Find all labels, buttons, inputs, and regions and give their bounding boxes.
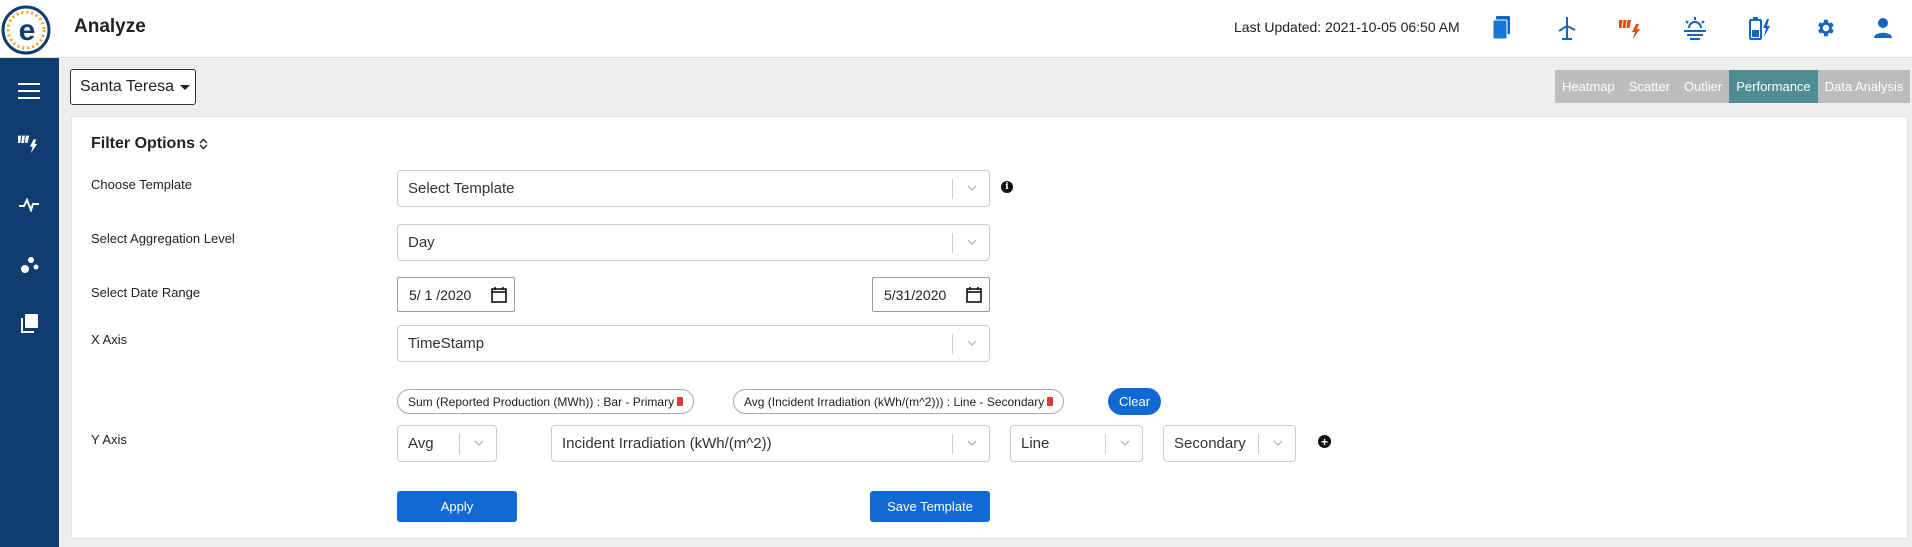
- y-axis-label: Y Axis: [91, 432, 127, 447]
- aggregation-label: Select Aggregation Level: [91, 231, 235, 246]
- x-axis-select-value: TimeStamp: [408, 335, 485, 352]
- end-date-value: 5/31/2020: [884, 286, 947, 303]
- scatter-icon[interactable]: [14, 249, 44, 279]
- add-icon[interactable]: +: [1318, 435, 1331, 448]
- tab-data-analysis[interactable]: Data Analysis: [1817, 70, 1911, 103]
- clear-button[interactable]: Clear: [1108, 388, 1161, 415]
- site-dropdown-label: Santa Teresa: [80, 78, 174, 95]
- solar-sun-icon[interactable]: [1681, 14, 1709, 42]
- calendar-icon[interactable]: [491, 287, 507, 303]
- chevron-down-icon: [474, 440, 484, 447]
- aggregation-select[interactable]: Day: [397, 224, 990, 261]
- y-axis-chip-label: Sum (Reported Production (MWh)) : Bar - …: [408, 394, 675, 409]
- copy-icon[interactable]: [14, 308, 44, 338]
- page-title: Analyze: [74, 16, 146, 37]
- y-axis-chip-label: Avg (Incident Irradiation (kWh/(m^2))) :…: [744, 394, 1045, 409]
- battery-charge-icon[interactable]: [1746, 14, 1774, 42]
- menu-icon[interactable]: [14, 76, 44, 106]
- template-select-value: Select Template: [408, 180, 515, 197]
- chevron-down-icon: [967, 440, 977, 447]
- tab-heatmap[interactable]: Heatmap: [1555, 70, 1622, 103]
- choose-template-label: Choose Template: [91, 177, 192, 192]
- start-date-value: 5/ 1 /2020: [409, 286, 472, 303]
- select-separator: [952, 179, 953, 199]
- collapse-icon[interactable]: [199, 138, 208, 150]
- chevron-down-icon: [1120, 440, 1130, 447]
- save-template-button[interactable]: Save Template: [870, 491, 990, 522]
- svg-text:e: e: [19, 14, 36, 47]
- end-date-input[interactable]: 5/31/2020: [872, 277, 990, 312]
- y-axis-chip: Sum (Reported Production (MWh)) : Bar - …: [397, 389, 695, 414]
- filter-options-title: Filter Options: [91, 135, 195, 152]
- x-axis-select[interactable]: TimeStamp: [397, 325, 990, 362]
- y-chart-type-select[interactable]: Line: [1010, 425, 1143, 462]
- gear-icon[interactable]: [1811, 14, 1839, 42]
- y-function-select-value: Avg: [408, 435, 434, 452]
- wind-turbine-icon[interactable]: [1553, 14, 1581, 42]
- select-separator: [952, 334, 953, 354]
- caret-down-icon: [180, 84, 190, 90]
- chevron-down-icon: [1273, 440, 1283, 447]
- chevron-down-icon: [967, 185, 977, 192]
- select-separator: [1258, 434, 1259, 454]
- pulse-icon[interactable]: [14, 190, 44, 220]
- chevron-down-icon: [967, 340, 977, 347]
- last-updated-text: Last Updated: 2021-10-05 06:50 AM: [1234, 19, 1460, 35]
- chevron-down-icon: [967, 239, 977, 246]
- calendar-icon[interactable]: [966, 287, 982, 303]
- tab-outlier[interactable]: Outlier: [1676, 70, 1730, 103]
- x-axis-label: X Axis: [91, 332, 128, 347]
- solar-icon[interactable]: [14, 128, 44, 158]
- analysis-tabs: Heatmap Scatter Outlier Performance Data…: [1555, 70, 1911, 103]
- select-separator: [952, 434, 953, 454]
- document-icon[interactable]: [1488, 14, 1516, 42]
- tab-scatter[interactable]: Scatter: [1621, 70, 1677, 103]
- y-function-select[interactable]: Avg: [397, 425, 497, 462]
- filter-options-heading: Filter Options: [91, 135, 208, 153]
- tab-performance[interactable]: Performance: [1729, 70, 1818, 103]
- apply-button[interactable]: Apply: [397, 491, 517, 522]
- y-chart-type-select-value: Line: [1021, 435, 1050, 452]
- select-separator: [459, 434, 460, 454]
- trash-icon[interactable]: [677, 397, 684, 406]
- aggregation-select-value: Day: [408, 234, 435, 251]
- date-range-label: Select Date Range: [91, 285, 201, 300]
- y-axis-side-select-value: Secondary: [1174, 435, 1246, 452]
- template-select[interactable]: Select Template: [397, 170, 990, 207]
- top-header: e Analyze Last Updated: 2021-10-05 06:50…: [0, 0, 1912, 58]
- y-measure-select[interactable]: Incident Irradiation (kWh/(m^2)): [551, 425, 990, 462]
- select-separator: [952, 233, 953, 253]
- user-icon[interactable]: [1869, 14, 1897, 42]
- left-sidebar: [0, 58, 59, 547]
- info-icon[interactable]: i: [1001, 181, 1013, 193]
- select-separator: [1105, 434, 1106, 454]
- trash-icon[interactable]: [1047, 397, 1054, 406]
- y-measure-select-value: Incident Irradiation (kWh/(m^2)): [562, 435, 772, 452]
- site-dropdown[interactable]: Santa Teresa: [70, 69, 196, 105]
- company-logo[interactable]: e: [0, 4, 52, 56]
- start-date-input[interactable]: 5/ 1 /2020: [397, 277, 515, 312]
- y-axis-side-select[interactable]: Secondary: [1163, 425, 1296, 462]
- y-axis-chip: Avg (Incident Irradiation (kWh/(m^2))) :…: [733, 389, 1065, 414]
- solar-alert-icon[interactable]: [1617, 14, 1645, 42]
